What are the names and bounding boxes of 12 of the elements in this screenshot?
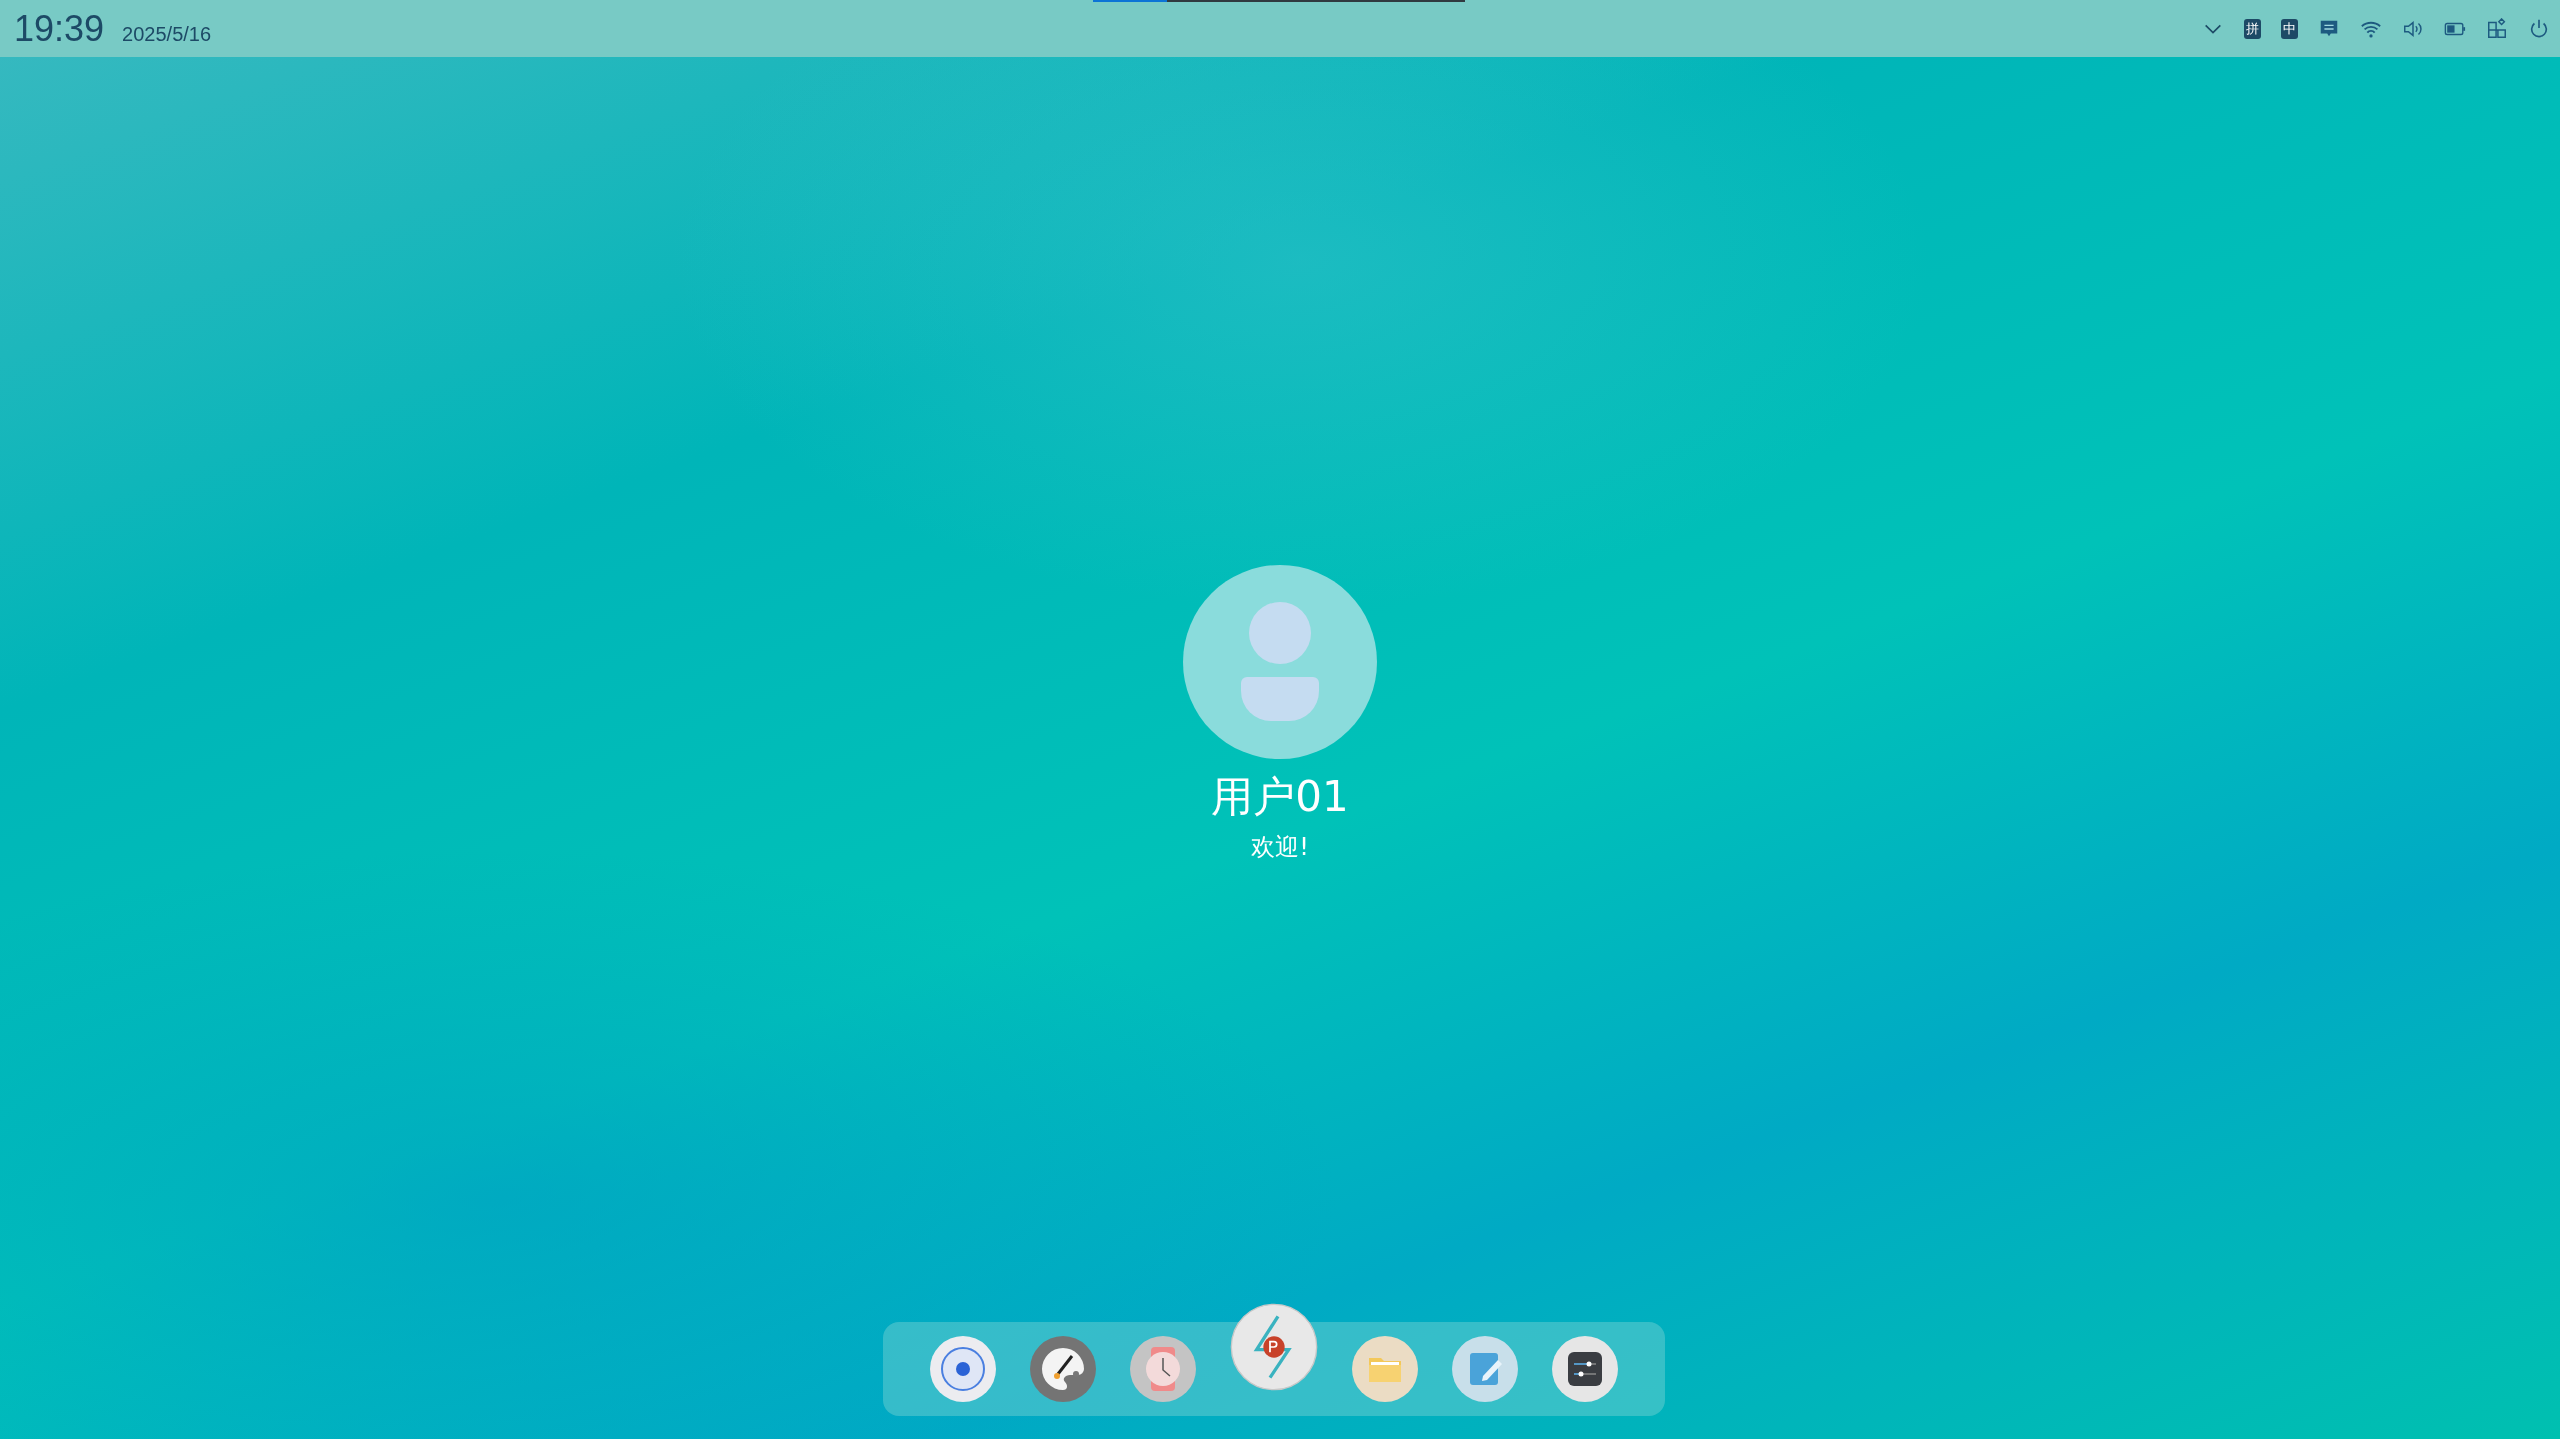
input-method-indicator[interactable]: 拼	[2244, 18, 2261, 39]
power-icon[interactable]	[2528, 17, 2550, 40]
app-icon[interactable]	[1230, 1303, 1318, 1391]
welcome-text: 欢迎!	[1251, 832, 1309, 863]
date-text: 2025/5/16	[122, 22, 212, 46]
user-name: 用户01	[1211, 771, 1349, 823]
app-icon[interactable]	[1552, 1336, 1618, 1402]
input-method-indicator[interactable]: 中	[2281, 18, 2298, 39]
app-icon[interactable]	[930, 1336, 996, 1402]
app-grid-icon[interactable]	[2486, 17, 2508, 40]
clock-time: 19:39	[14, 7, 105, 50]
app-icon[interactable]	[1030, 1336, 1096, 1402]
